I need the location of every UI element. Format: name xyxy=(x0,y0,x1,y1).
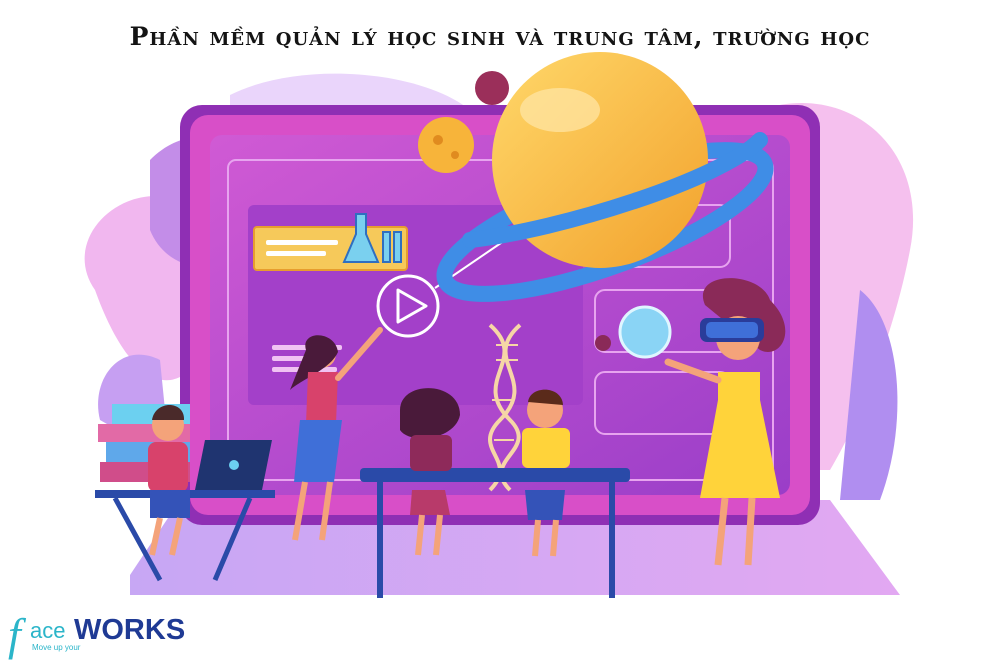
education-illustration xyxy=(84,52,914,598)
logo-tagline: Move up your xyxy=(32,643,81,652)
logo-works: WORKS xyxy=(74,614,186,646)
tiny-planet xyxy=(475,71,509,105)
logo-letter-f: f xyxy=(8,609,21,660)
vr-headset-icon xyxy=(700,318,764,342)
logo-letters-ace: ace xyxy=(30,618,66,643)
small-planet xyxy=(418,117,474,173)
laptop-icon xyxy=(195,440,272,490)
illustration: Phần mềm quản lý học sinh và trung tâm, … xyxy=(0,0,1000,667)
glass-sphere xyxy=(618,305,672,359)
faceworks-logo: f ace WORKS Move up your xyxy=(8,609,208,662)
